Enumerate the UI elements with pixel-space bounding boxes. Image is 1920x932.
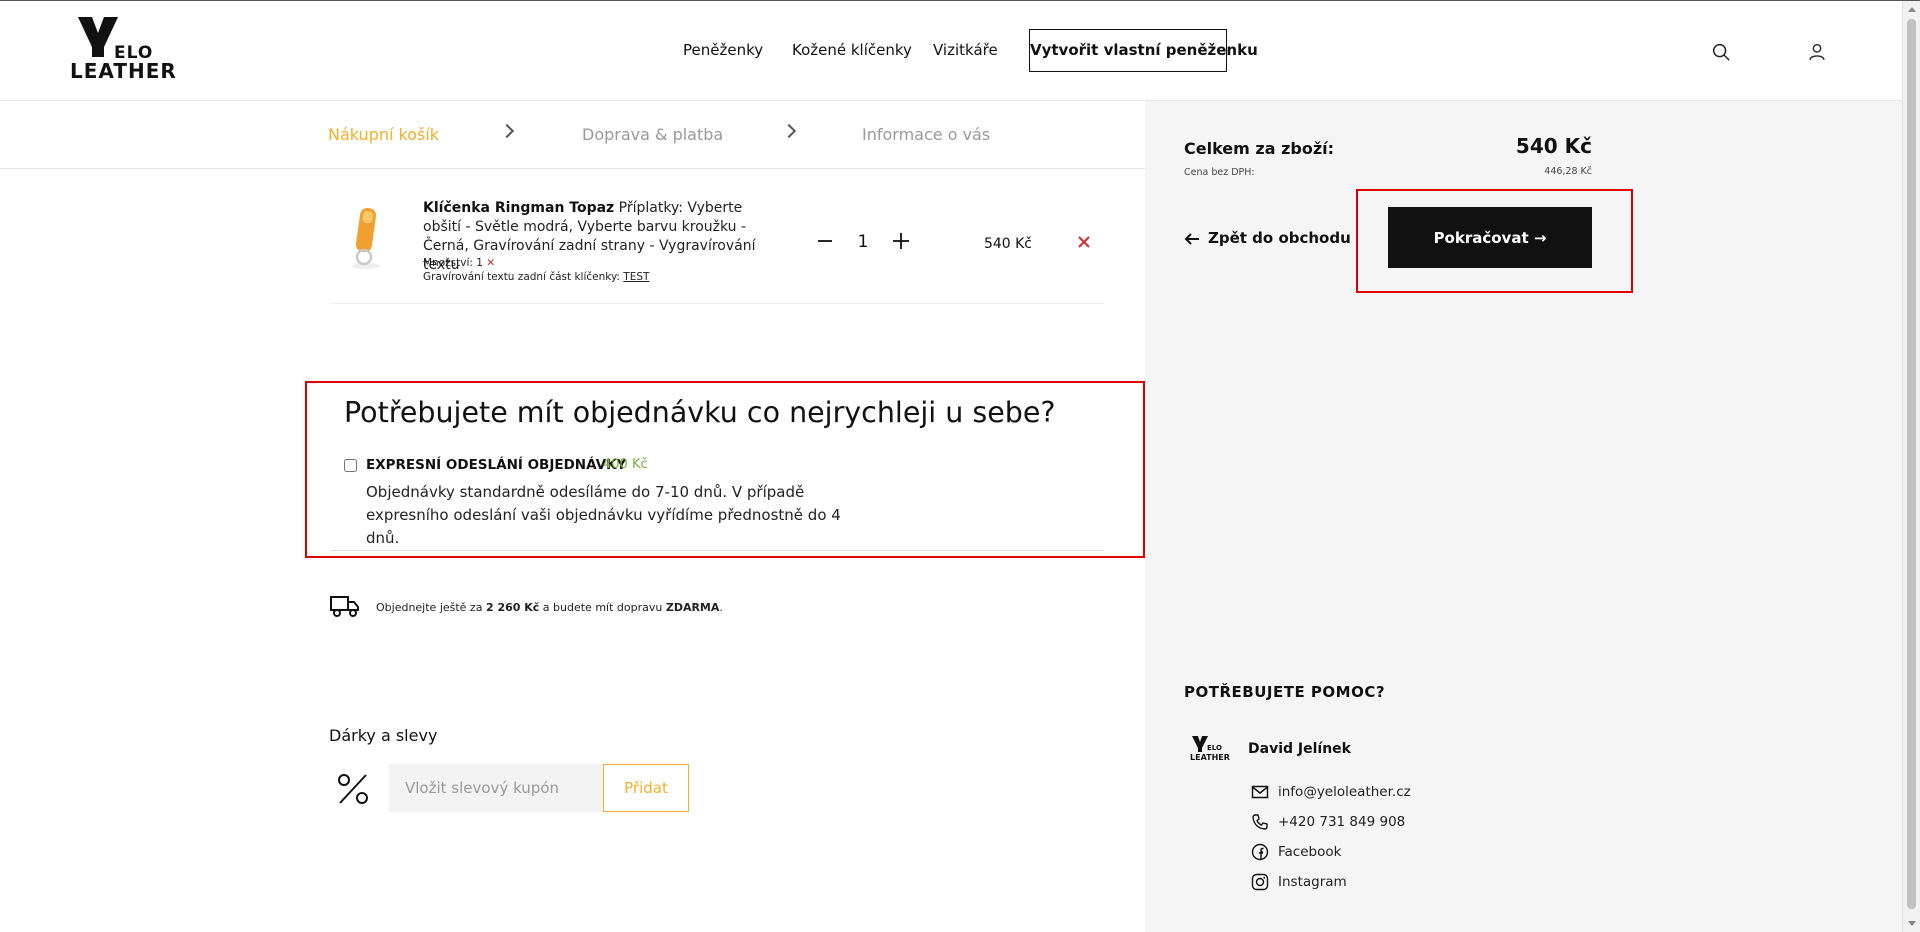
delivery-prefix: Objednejte ještě za	[376, 601, 483, 614]
remove-quantity-icon[interactable]: ✕	[486, 257, 495, 269]
mail-icon	[1251, 785, 1269, 799]
chevron-right-icon	[499, 123, 515, 139]
add-coupon-button[interactable]: Přidat	[603, 764, 689, 812]
help-title: POTŘEBUJETE POMOC?	[1184, 683, 1386, 701]
instagram-icon	[1251, 873, 1269, 891]
nav-link-wallets[interactable]: Peněženky	[683, 41, 763, 59]
contact-facebook-text[interactable]: Facebook	[1278, 844, 1341, 860]
page-scrollbar[interactable]	[1902, 1, 1920, 932]
nav-link-card-holders[interactable]: Vizitkáře	[933, 41, 998, 59]
contact-phone-text[interactable]: +420 731 849 908	[1278, 814, 1405, 830]
chevron-right-icon	[781, 123, 797, 139]
vat-value: 446,28 Kč	[1544, 166, 1592, 177]
item-divider	[330, 303, 1104, 304]
product-thumbnail[interactable]	[340, 202, 392, 272]
express-description: Objednávky standardně odesíláme do 7-10 …	[366, 483, 841, 547]
engraving-value[interactable]: TEST	[623, 271, 649, 283]
quantity-label: Množství: 1	[423, 257, 483, 269]
mini-logo: ELO LEATHER	[1189, 734, 1230, 764]
nav-link-keychains[interactable]: Kožené klíčenky	[792, 41, 912, 59]
quantity-decrease-button[interactable]	[816, 232, 834, 250]
quantity-value: 1	[857, 232, 869, 252]
delivery-suffix: .	[719, 601, 723, 614]
continue-button[interactable]: Pokračovat →	[1388, 207, 1592, 268]
search-icon[interactable]	[1710, 41, 1732, 63]
delivery-middle: a budete mít dopravu	[542, 601, 663, 614]
remove-item-icon[interactable]	[1075, 233, 1093, 251]
site-header: ELO LEATHER Peněženky Kožené klíčenky Vi…	[0, 1, 1902, 101]
product-meta: Množství: 1 ✕ Gravírování textu zadní čá…	[423, 256, 649, 284]
coupon-input[interactable]	[389, 764, 603, 812]
delivery-amount: 2 260 Kč	[485, 601, 540, 614]
percent-icon	[338, 774, 368, 804]
express-price: 400 Kč	[603, 457, 648, 472]
facebook-icon	[1251, 843, 1269, 861]
express-divider	[330, 550, 1104, 551]
truck-icon	[330, 596, 359, 617]
vat-label: Cena bez DPH:	[1184, 167, 1255, 178]
checkout-steps: Nákupní košík Doprava & platba Informace…	[0, 101, 1145, 169]
contact-instagram-text[interactable]: Instagram	[1278, 874, 1347, 890]
mini-logo-text-bottom: LEATHER	[1190, 753, 1230, 762]
scroll-up-arrow-icon[interactable]	[1908, 7, 1916, 12]
engraving-label: Gravírování textu zadní část klíčenky:	[423, 271, 620, 283]
express-label[interactable]: EXPRESNÍ ODESLÁNÍ OBJEDNÁVKY	[366, 457, 626, 473]
contact-name: David Jelínek	[1248, 741, 1351, 757]
total-label: Celkem za zboží:	[1184, 139, 1335, 158]
contact-email-text[interactable]: info@yeloleather.cz	[1278, 784, 1411, 800]
free-delivery-message: Objednejte ještě za 2 260 Kč a budete mí…	[376, 601, 723, 614]
product-name[interactable]: Klíčenka Ringman Topaz	[423, 200, 614, 216]
phone-icon	[1252, 814, 1268, 830]
express-checkbox[interactable]	[344, 459, 357, 472]
step-customer-info[interactable]: Informace o vás	[862, 125, 990, 144]
arrow-left-icon	[1184, 232, 1199, 245]
delivery-free: ZDARMA	[665, 601, 720, 614]
gifts-title: Dárky a slevy	[329, 726, 438, 745]
back-to-shop-label: Zpět do obchodu	[1208, 229, 1351, 247]
item-price: 540 Kč	[983, 236, 1032, 252]
main-nav: Peněženky Kožené klíčenky Vizitkáře Vytv…	[0, 29, 1902, 73]
back-to-shop-link[interactable]: Zpět do obchodu	[1184, 229, 1351, 247]
scroll-thumb[interactable]	[1907, 19, 1916, 909]
express-title: Potřebujete mít objednávku co nejrychlej…	[344, 396, 1056, 429]
quantity-increase-button[interactable]	[892, 232, 910, 250]
user-icon[interactable]	[1806, 41, 1828, 63]
step-cart[interactable]: Nákupní košík	[328, 125, 439, 144]
step-shipping-payment[interactable]: Doprava & platba	[582, 125, 723, 144]
mini-logo-text-top: ELO	[1207, 744, 1222, 752]
create-wallet-button[interactable]: Vytvořit vlastní peněženku	[1029, 29, 1258, 72]
scroll-down-arrow-icon[interactable]	[1908, 921, 1916, 926]
total-value: 540 Kč	[1515, 134, 1592, 158]
